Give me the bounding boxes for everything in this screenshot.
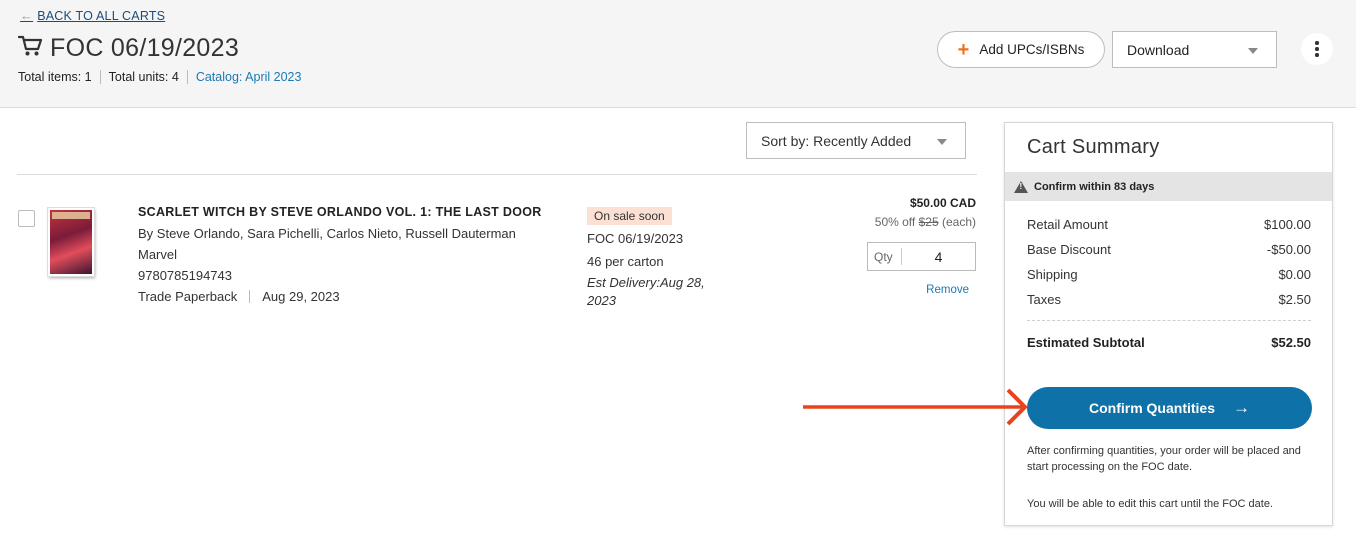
- discount-unit: (each): [941, 215, 976, 229]
- divider: [186, 70, 188, 84]
- status-badge: On sale soon: [587, 207, 672, 225]
- summary-row-value: $100.00: [1264, 217, 1311, 232]
- summary-row-value: $0.00: [1278, 267, 1311, 282]
- summary-title: Cart Summary: [1027, 136, 1160, 158]
- page-title: FOC 06/19/2023: [50, 34, 240, 62]
- summary-row: Base Discount -$50.00: [1027, 242, 1311, 257]
- qty-input[interactable]: 4: [902, 249, 975, 265]
- item-foc: FOC 06/19/2023: [587, 231, 684, 246]
- summary-row-label: Base Discount: [1027, 242, 1111, 257]
- summary-row: Taxes $2.50: [1027, 292, 1311, 307]
- kebab-icon: [1315, 41, 1319, 45]
- arrow-left-icon: ←: [20, 8, 34, 23]
- page-header: ← BACK TO ALL CARTS FOC 06/19/2023 Total…: [0, 0, 1356, 108]
- summary-row-label: Taxes: [1027, 292, 1061, 307]
- summary-divider: [1027, 320, 1311, 321]
- book-cover[interactable]: [47, 207, 95, 277]
- qty-label: Qty: [868, 248, 902, 265]
- back-to-carts-link[interactable]: ← BACK TO ALL CARTS: [20, 8, 165, 23]
- item-carton: 46 per carton: [587, 254, 664, 269]
- item-discount: 50% off $25 (each): [875, 215, 976, 229]
- download-label: Download: [1127, 41, 1190, 58]
- list-divider: [17, 174, 977, 175]
- quantity-field[interactable]: Qty 4: [867, 242, 976, 271]
- divider: [99, 70, 101, 84]
- summary-row: Retail Amount $100.00: [1027, 217, 1311, 232]
- total-items: Total items: 1: [18, 70, 92, 84]
- confirm-quantities-label: Confirm Quantities: [1088, 400, 1215, 416]
- item-est-delivery: Est Delivery:Aug 28, 2023: [587, 275, 705, 308]
- cover-title-band: [52, 212, 90, 219]
- back-link-label: BACK TO ALL CARTS: [37, 8, 166, 23]
- add-upcs-label: Add UPCs/ISBNs: [979, 42, 1085, 57]
- confirm-deadline-text: Confirm within 83 days: [1034, 180, 1155, 193]
- summary-row-label: Retail Amount: [1027, 217, 1108, 232]
- sort-select[interactable]: Sort by: Recently Added: [746, 122, 966, 159]
- original-price: $25: [918, 215, 939, 229]
- caret-down-icon: [1248, 48, 1258, 54]
- total-units: Total units: 4: [108, 70, 179, 84]
- confirm-quantities-button[interactable]: Confirm Quantities →: [1027, 387, 1312, 429]
- caret-down-icon: [937, 139, 947, 145]
- summary-row-value: -$50.00: [1266, 242, 1311, 257]
- catalog-link[interactable]: Catalog: April 2023: [196, 70, 302, 84]
- download-select[interactable]: Download: [1112, 31, 1277, 68]
- discount-percent: 50% off: [874, 215, 916, 229]
- summary-row-value: $2.50: [1278, 292, 1311, 307]
- warning-icon: [1014, 180, 1028, 193]
- plus-icon: +: [957, 38, 970, 61]
- confirm-note: After confirming quantities, your order …: [1027, 445, 1301, 473]
- annotation-arrow-icon: [803, 388, 1028, 426]
- sort-label: Sort by: Recently Added: [761, 132, 912, 149]
- subtotal-label: Estimated Subtotal: [1027, 335, 1145, 350]
- cart-summary-panel: Cart Summary Confirm within 83 days Reta…: [1004, 122, 1333, 526]
- item-isbn: 9780785194743: [138, 268, 232, 283]
- kebab-icon: [1315, 47, 1319, 51]
- summary-row-label: Shipping: [1027, 267, 1078, 282]
- divider: [249, 290, 251, 303]
- item-format-row: Trade Paperback Aug 29, 2023: [138, 289, 340, 304]
- item-title[interactable]: SCARLET WITCH BY STEVE ORLANDO VOL. 1: T…: [138, 205, 542, 219]
- confirm-deadline-banner: Confirm within 83 days: [1005, 172, 1332, 201]
- item-date: Aug 29, 2023: [262, 289, 340, 304]
- arrow-right-icon: →: [1233, 398, 1250, 417]
- add-upcs-button[interactable]: + Add UPCs/ISBNs: [937, 31, 1105, 68]
- summary-row: Shipping $0.00: [1027, 267, 1311, 282]
- summary-subtotal-row: Estimated Subtotal $52.50: [1027, 335, 1311, 350]
- item-publisher: Marvel: [138, 247, 178, 262]
- item-authors: By Steve Orlando, Sara Pichelli, Carlos …: [138, 226, 516, 241]
- cart-icon: [17, 35, 43, 62]
- more-options-button[interactable]: [1301, 33, 1333, 65]
- cart-meta: Total items: 1 Total units: 4 Catalog: A…: [18, 70, 301, 84]
- remove-link[interactable]: Remove: [926, 284, 969, 296]
- edit-note: You will be able to edit this cart until…: [1027, 498, 1274, 510]
- subtotal-value: $52.50: [1271, 335, 1311, 350]
- cart-title-row: FOC 06/19/2023: [17, 34, 240, 63]
- item-price: $50.00 CAD: [909, 196, 976, 210]
- item-checkbox[interactable]: [18, 210, 35, 227]
- item-format: Trade Paperback: [138, 289, 238, 304]
- kebab-icon: [1315, 53, 1319, 57]
